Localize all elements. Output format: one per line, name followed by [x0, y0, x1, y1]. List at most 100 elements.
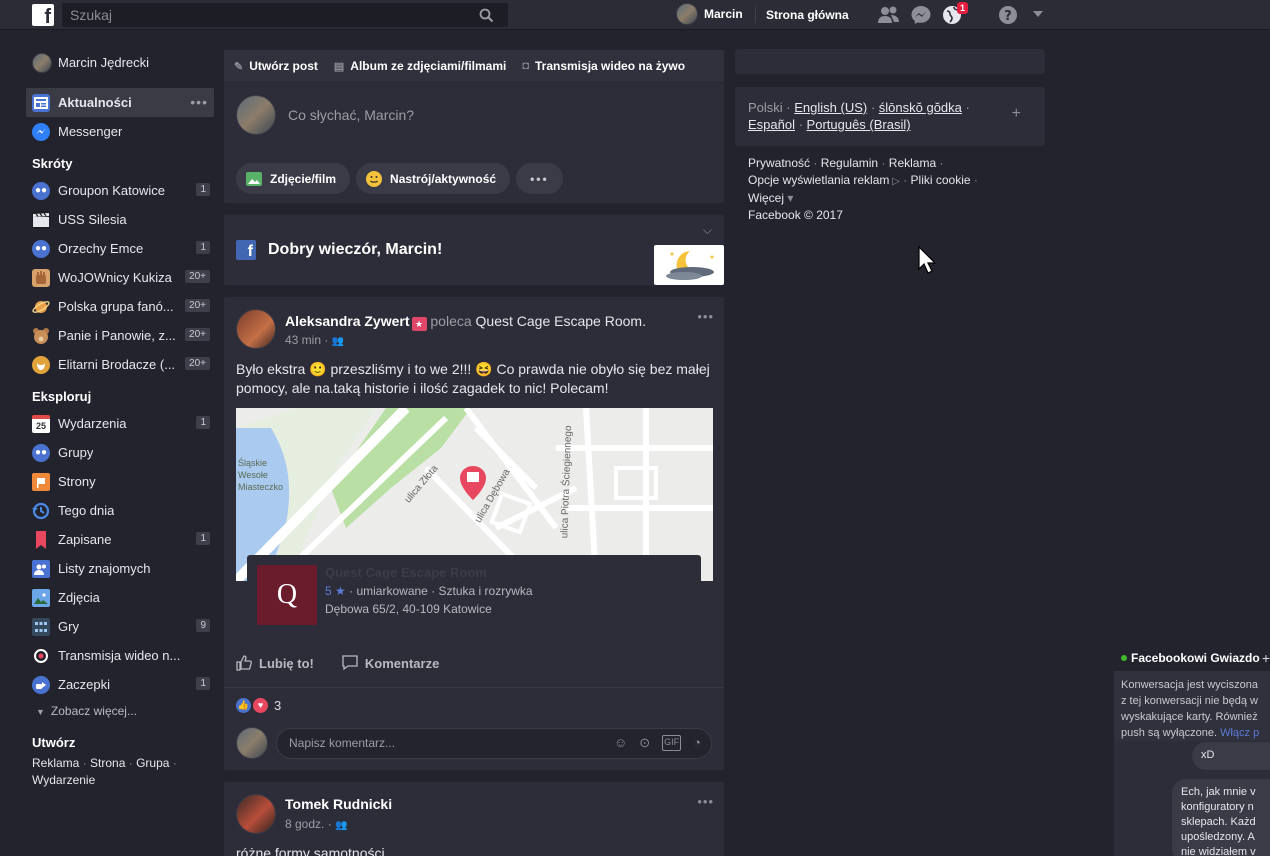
sidebar-item-wojownicy-kukiza[interactable]: WoJOWnicy Kukiza 20+ [26, 263, 214, 292]
post-options-icon[interactable]: ••• [697, 309, 714, 324]
footer-privacy-link[interactable]: Prywatność [748, 156, 810, 170]
language-option[interactable]: Español [748, 117, 795, 132]
search-input[interactable] [62, 3, 462, 27]
sidebar-item-label: Gry [58, 619, 79, 634]
more-options-icon[interactable]: ••• [190, 94, 208, 110]
comment-button[interactable]: Komentarze [342, 655, 439, 671]
top-profile-link[interactable]: Marcin [676, 3, 743, 25]
sidebar-item-live-video[interactable]: Transmisja wideo n... [26, 641, 214, 670]
sidebar-item-messenger[interactable]: Messenger [26, 117, 214, 146]
sidebar-item-pages[interactable]: Strony [26, 467, 214, 496]
comment-input[interactable] [277, 729, 577, 757]
chat-message-line: Ech, jak mnie v [1181, 786, 1256, 798]
poke-icon [32, 675, 50, 694]
messenger-icon[interactable] [910, 5, 932, 25]
sidebar-item-friend-lists[interactable]: Listy znajomych [26, 554, 214, 583]
facebook-logo[interactable]: f [32, 4, 54, 26]
sidebar-item-groupon-katowice[interactable]: ●● Groupon Katowice 1 [26, 176, 214, 205]
smiley-icon [366, 170, 383, 187]
sidebar-item-panie-i-panowie[interactable]: Panie i Panowie, z... 20+ [26, 321, 214, 350]
emoji-icon[interactable]: ☺ [614, 735, 627, 751]
language-option[interactable]: Português (Brasil) [807, 117, 911, 132]
composer-input-area[interactable]: Co słychać, Marcin? [224, 83, 724, 151]
gif-icon[interactable]: GIF [662, 735, 682, 751]
language-selector: Polski · English (US) · ślōnskŏ gŏdka · … [735, 87, 1045, 146]
pencil-icon: ✎ [234, 60, 244, 73]
sidebar-item-photos[interactable]: Zdjęcia [26, 583, 214, 612]
account-menu-chevron-down-icon[interactable] [1033, 11, 1043, 17]
language-option[interactable]: English (US) [794, 100, 867, 115]
create-page-link[interactable]: Strona [90, 756, 125, 770]
help-icon[interactable]: ? [998, 5, 1018, 28]
notifications-globe-icon[interactable]: 1 [942, 2, 968, 25]
home-link[interactable]: Strona główna [766, 8, 849, 22]
place-name[interactable]: Quest Cage Escape Room [325, 565, 487, 580]
chat-close-plus-icon[interactable]: + [1262, 647, 1270, 669]
more-options-icon[interactable]: ••• [516, 163, 563, 194]
chevron-down-icon: ▼ [36, 707, 45, 717]
tab-create-post[interactable]: ✎ Utwórz post [234, 59, 318, 73]
chat-title-bar[interactable]: Facebookowi Gwiazdo + [1114, 647, 1270, 671]
sidebar-item-news-feed[interactable]: Aktualności ••• [26, 88, 214, 117]
sticker-icon[interactable]: ◔ [693, 735, 701, 751]
unmute-link[interactable]: Włącz p [1220, 727, 1259, 739]
search-icon[interactable] [479, 8, 494, 23]
place-card[interactable]: Q Quest Cage Escape Room 5 ★ · umiarkowa… [247, 555, 701, 635]
sidebar-item-elitarni-brodacze[interactable]: Elitarni Brodacze (... 20+ [26, 350, 214, 379]
sidebar-profile[interactable]: Marcin Jędrecki [26, 48, 214, 77]
avatar[interactable] [236, 794, 276, 834]
sidebar-item-saved[interactable]: Zapisane 1 [26, 525, 214, 554]
language-option[interactable]: ślōnskŏ gŏdka [879, 100, 962, 115]
chat-muted-notice: Konwersacja jest wyciszona z tej konwers… [1114, 671, 1270, 741]
footer-terms-link[interactable]: Regulamin [821, 156, 878, 170]
group-icon: ●● [32, 239, 50, 258]
footer-ad-choices-link[interactable]: Opcje wyświetlania reklam [748, 173, 889, 187]
friends-audience-icon[interactable]: 👥 [335, 820, 347, 831]
post-options-icon[interactable]: ••• [697, 794, 714, 809]
footer-cookies-link[interactable]: Pliki cookie [911, 173, 971, 187]
post-place-link[interactable]: Quest Cage Escape Room. [476, 313, 646, 329]
tab-live-video[interactable]: ◘ Transmisja wideo na żywo [522, 59, 685, 73]
chevron-down-icon[interactable]: ⌵ [703, 223, 712, 238]
tab-photo-album[interactable]: ▤ Album ze zdjęciami/filmami [334, 59, 506, 73]
friends-audience-icon[interactable]: 👥 [332, 336, 344, 347]
sidebar-item-pokes[interactable]: Zaczepki 1 [26, 670, 214, 699]
sidebar-item-uss-silesia[interactable]: USS Silesia [26, 205, 214, 234]
footer-ads-link[interactable]: Reklama [889, 156, 936, 170]
post-header: Aleksandra Zywert ★ poleca Quest Cage Esc… [285, 313, 646, 331]
post-author[interactable]: Tomek Rudnicki [285, 796, 392, 812]
create-event-link[interactable]: Wydarzenie [32, 773, 95, 787]
sidebar-item-games[interactable]: Gry 9 [26, 612, 214, 641]
sidebar-item-label: Aktualności [58, 95, 132, 110]
like-button[interactable]: Lubię to! [236, 655, 314, 671]
reactions-summary[interactable]: 👍 ♥ 3 [236, 698, 281, 713]
news-feed-icon [32, 93, 50, 112]
avatar[interactable] [236, 309, 276, 349]
sidebar-item-groups[interactable]: ●● Grupy [26, 438, 214, 467]
photo-video-button[interactable]: Zdjęcie/film [236, 163, 351, 194]
post-time[interactable]: 43 min [285, 333, 321, 347]
create-ad-link[interactable]: Reklama [32, 756, 79, 770]
see-more-link[interactable]: ▼ Zobacz więcej... [26, 699, 214, 723]
add-language-plus-icon[interactable]: + [1012, 105, 1021, 122]
like-label: Lubię to! [259, 655, 314, 671]
map-park-label-2: Wesołe [238, 470, 268, 480]
post-time[interactable]: 8 godz. [285, 817, 324, 831]
clapper-icon [32, 210, 50, 229]
composer-placeholder[interactable]: Co słychać, Marcin? [288, 107, 414, 123]
friend-requests-icon[interactable] [878, 5, 900, 25]
post-author[interactable]: Aleksandra Zywert [285, 313, 410, 329]
sidebar-item-events[interactable]: 25 Wydarzenia 1 [26, 409, 214, 438]
sidebar-item-on-this-day[interactable]: Tego dnia [26, 496, 214, 525]
album-icon: ▤ [333, 60, 345, 73]
tab-label: Album ze zdjęciami/filmami [350, 59, 507, 73]
feeling-activity-button[interactable]: Nastrój/aktywność [356, 163, 511, 194]
sidebar-item-polska-grupa[interactable]: Polska grupa fanó... 20+ [26, 292, 214, 321]
count-badge: 1 [196, 416, 210, 429]
camera-icon[interactable]: ⊙ [639, 735, 650, 751]
sidebar-item-orzechy-emce[interactable]: ●● Orzechy Emce 1 [26, 234, 214, 263]
footer-more-link[interactable]: Więcej [748, 191, 784, 205]
top-user-name: Marcin [704, 7, 743, 21]
create-group-link[interactable]: Grupa [136, 756, 169, 770]
photo-icon [32, 588, 50, 607]
